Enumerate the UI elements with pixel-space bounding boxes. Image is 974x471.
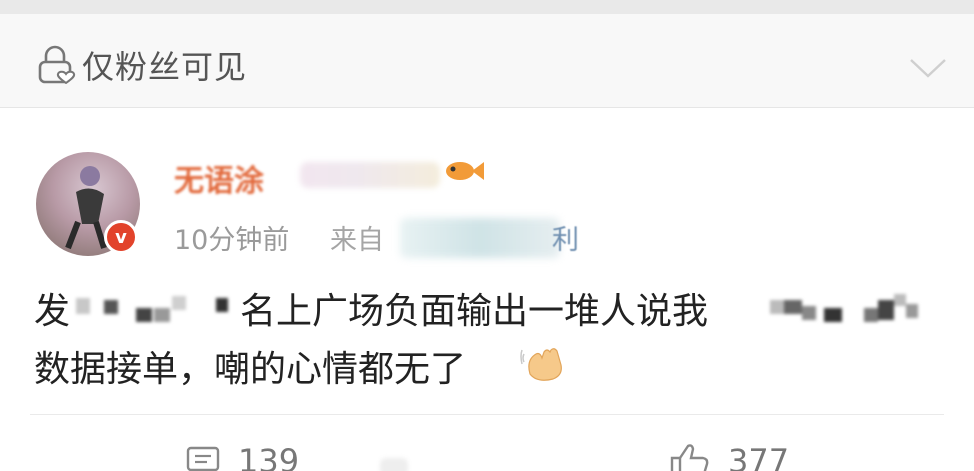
- lock-icon: [38, 45, 76, 84]
- post-text-line-1: 发: [34, 282, 70, 334]
- verified-badge: v: [104, 220, 138, 254]
- source-redaction: [400, 218, 560, 258]
- visibility-bar[interactable]: 仅粉丝可见: [0, 14, 974, 108]
- username-redaction: [300, 162, 440, 188]
- waving-hand-icon: [520, 348, 562, 381]
- post-time: 10分钟前: [174, 225, 290, 256]
- mosaic-redaction-1: [76, 290, 240, 326]
- post-text-prefix: 发: [34, 291, 71, 332]
- post-text-mid: 名上广场负面输出一堆人说我: [240, 291, 709, 332]
- post-source-label: 来自: [330, 225, 384, 256]
- post-source[interactable]: 利: [552, 218, 579, 257]
- like-icon[interactable]: [668, 442, 712, 471]
- fish-icon: [446, 162, 484, 180]
- divider: [30, 414, 944, 415]
- chevron-down-icon[interactable]: [908, 56, 948, 80]
- comment-icon[interactable]: [186, 446, 220, 471]
- top-strip: [0, 0, 974, 14]
- visibility-label: 仅粉丝可见: [82, 48, 248, 86]
- like-count[interactable]: 377: [728, 442, 789, 471]
- post-text-mid-wrap: 名上广场负面输出一堆人说我: [240, 282, 708, 334]
- repost-icon[interactable]: [380, 458, 408, 471]
- post-text-line-2: 数据接单，嘲的心情都无了: [34, 349, 467, 390]
- comment-count[interactable]: 139: [238, 442, 299, 471]
- username[interactable]: 无语涂: [174, 156, 264, 200]
- mosaic-redaction-2: [770, 290, 926, 326]
